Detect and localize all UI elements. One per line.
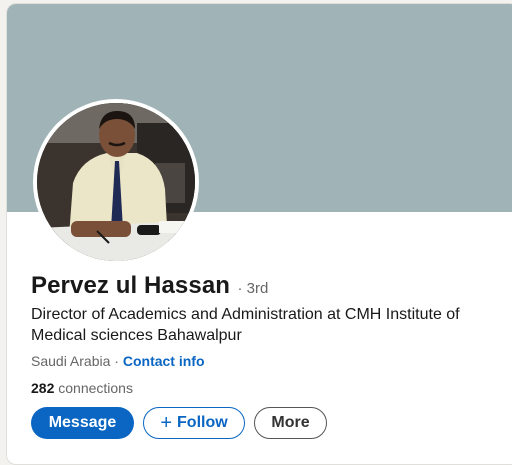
location-row: Saudi Arabia · Contact info (31, 353, 205, 369)
connections-label: connections (54, 380, 133, 396)
profile-actions: Message + Follow More (31, 407, 327, 439)
more-button[interactable]: More (254, 407, 327, 439)
contact-info-link[interactable]: Contact info (123, 353, 205, 369)
connection-degree: · 3rd (237, 280, 269, 297)
avatar-photo (37, 103, 195, 261)
message-button[interactable]: Message (31, 407, 134, 439)
profile-headline: Director of Academics and Administration… (31, 306, 460, 344)
location-separator: · (110, 353, 123, 369)
plus-icon: + (160, 412, 173, 434)
profile-avatar[interactable] (33, 99, 199, 265)
more-button-label: More (271, 414, 310, 431)
follow-button-label: Follow (177, 414, 228, 431)
profile-location: Saudi Arabia (31, 353, 111, 369)
profile-card: Pervez ul Hassan · 3rd Director of Acade… (6, 3, 512, 465)
follow-button[interactable]: + Follow (143, 407, 245, 439)
connections-count: 282 (31, 380, 55, 396)
profile-name: Pervez ul Hassan (31, 272, 231, 299)
connections-row[interactable]: 282 connections (31, 380, 133, 396)
name-row: Pervez ul Hassan · 3rd (31, 272, 268, 300)
message-button-label: Message (48, 414, 117, 431)
